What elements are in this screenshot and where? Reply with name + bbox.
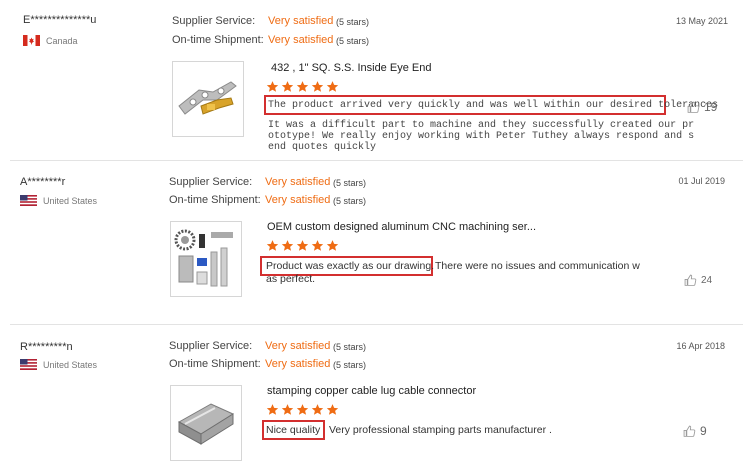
us-flag-icon	[20, 195, 37, 206]
reviewer-name: E**************u	[23, 14, 97, 26]
product-rating	[266, 403, 339, 417]
like-button[interactable]: 24	[684, 274, 712, 287]
canada-flag-icon	[23, 35, 40, 46]
supplier-service-value: Very satisfied	[265, 176, 331, 188]
product-image	[173, 62, 243, 136]
star-icon	[281, 404, 294, 415]
product-thumbnail[interactable]	[170, 385, 242, 461]
star-icon	[311, 240, 324, 251]
thumbs-up-icon	[687, 101, 700, 113]
like-button[interactable]: 19	[687, 100, 717, 114]
like-count: 24	[701, 275, 713, 286]
supplier-service-label: Supplier Service:	[169, 176, 253, 188]
star-icon	[296, 81, 309, 92]
supplier-service-value: Very satisfied	[268, 15, 334, 27]
review-body-line: ototype! We really enjoy working with Pe…	[268, 131, 695, 142]
shipment-stars: (5 stars)	[333, 196, 367, 206]
shipment-value: Very satisfied	[268, 34, 334, 46]
product-image	[171, 222, 241, 296]
like-count: 9	[700, 424, 707, 438]
reviewer-country: United States	[43, 360, 98, 370]
review-body-line: end quotes quickly	[268, 142, 377, 153]
shipment-stars: (5 stars)	[333, 360, 367, 370]
reviewer-country: Canada	[46, 36, 78, 46]
product-thumbnail[interactable]	[170, 221, 242, 297]
like-count: 19	[704, 100, 718, 114]
star-icon	[281, 81, 294, 92]
star-icon	[281, 240, 294, 251]
star-icon	[266, 81, 279, 92]
star-icon	[266, 240, 279, 251]
product-title[interactable]: OEM custom designed aluminum CNC machini…	[267, 221, 536, 233]
review-body-line: as perfect.	[266, 273, 316, 285]
review-date: 16 Apr 2018	[676, 341, 725, 351]
supplier-service-value: Very satisfied	[265, 340, 331, 352]
supplier-service-stars: (5 stars)	[333, 178, 367, 188]
review-date: 13 May 2021	[675, 16, 728, 26]
like-button[interactable]: 9	[683, 424, 707, 438]
shipment-label: On-time Shipment:	[169, 358, 261, 370]
shipment-label: On-time Shipment:	[169, 194, 261, 206]
supplier-service-label: Supplier Service:	[172, 15, 256, 27]
review-divider	[10, 160, 743, 161]
us-flag-icon	[20, 359, 37, 370]
star-icon	[326, 81, 339, 92]
star-icon	[311, 404, 324, 415]
product-image	[171, 386, 241, 460]
reviewer-name: R*********n	[20, 341, 73, 353]
shipment-label: On-time Shipment:	[172, 34, 264, 46]
thumbs-up-icon	[683, 425, 696, 437]
review-body-line: There were no issues and communication w	[435, 260, 640, 272]
star-icon	[326, 240, 339, 251]
reviewer-country: United States	[43, 196, 98, 206]
product-rating	[266, 80, 339, 94]
star-icon	[311, 81, 324, 92]
product-title[interactable]: stamping copper cable lug cable connecto…	[267, 385, 476, 397]
review-date: 01 Jul 2019	[678, 176, 725, 186]
review-body-line: Very professional stamping parts manufac…	[329, 424, 552, 436]
review-body-line: It was a difficult part to machine and t…	[268, 120, 695, 131]
star-icon	[326, 404, 339, 415]
review-highlight-text: Product was exactly as our drawing.	[266, 260, 435, 272]
supplier-service-label: Supplier Service:	[169, 340, 253, 352]
shipment-stars: (5 stars)	[336, 36, 370, 46]
shipment-value: Very satisfied	[265, 194, 331, 206]
star-icon	[296, 240, 309, 251]
product-thumbnail[interactable]	[172, 61, 244, 137]
star-icon	[296, 404, 309, 415]
thumbs-up-icon	[684, 274, 697, 286]
product-rating	[266, 239, 339, 253]
review-highlight-text: The product arrived very quickly and was…	[268, 100, 719, 111]
supplier-service-stars: (5 stars)	[336, 17, 370, 27]
review-divider	[10, 324, 743, 325]
shipment-value: Very satisfied	[265, 358, 331, 370]
supplier-service-stars: (5 stars)	[333, 342, 367, 352]
star-icon	[266, 404, 279, 415]
reviewer-name: A********r	[20, 176, 66, 188]
product-title[interactable]: 432 , 1" SQ. S.S. Inside Eye End	[271, 62, 431, 74]
review-highlight-text: Nice quality	[266, 424, 321, 436]
